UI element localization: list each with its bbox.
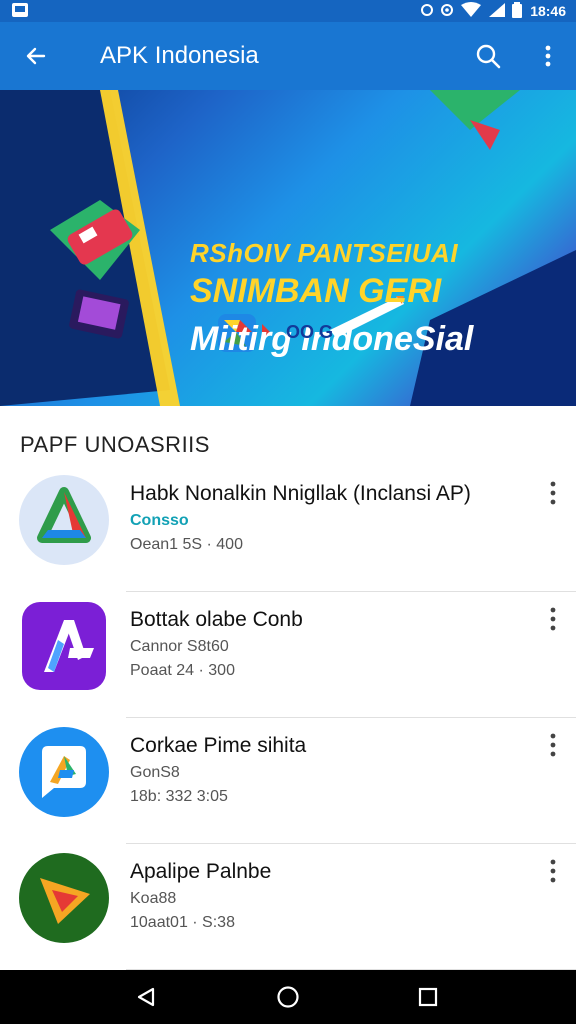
- more-vert-icon[interactable]: [548, 858, 558, 884]
- list-item[interactable]: Apalipe Palnbe Koa88 10aat01 · S:38: [0, 844, 576, 970]
- list-item[interactable]: Habk Nonalkin Nnigllak (Inclansi AP) Con…: [0, 466, 576, 592]
- play-arrow-app-icon: [18, 852, 110, 944]
- list-item[interactable]: Bottak olabe Conb Cannor S8t60 Poaat 24 …: [0, 592, 576, 718]
- status-bar: 18:46: [0, 0, 576, 22]
- more-vert-icon[interactable]: [548, 480, 558, 506]
- back-arrow-icon[interactable]: [20, 40, 52, 72]
- banner-line-2: SNIMBAN GERI: [190, 272, 442, 310]
- home-circle-icon[interactable]: [274, 983, 302, 1011]
- app-meta-primary: Cannor S8t60: [130, 638, 229, 655]
- list-item[interactable]: Corkae Pime sihita GonS8 18b: 332 3:05: [0, 718, 576, 844]
- letter-a-app-icon: [18, 600, 110, 692]
- app-meta-secondary: 18b: 332 3:05: [130, 788, 228, 805]
- app-list: Habk Nonalkin Nnigllak (Inclansi AP) Con…: [0, 466, 576, 970]
- battery-icon: [512, 1, 523, 21]
- app-name: Bottak olabe Conb: [130, 608, 303, 631]
- more-vert-icon[interactable]: [548, 606, 558, 632]
- signal-icon: [488, 2, 506, 21]
- promo-banner[interactable]: RShOIV PANTSEIUAI SNIMBAN GERI Miitirg I…: [0, 90, 576, 406]
- app-meta-secondary: Oean1 5S · 400: [130, 536, 243, 553]
- alarm-icon: [420, 3, 434, 20]
- banner-line-1: RShOIV PANTSEIUAI: [190, 238, 459, 268]
- app-name: Habk Nonalkin Nnigllak (Inclansi AP): [130, 482, 471, 505]
- app-meta-primary: Consso: [130, 512, 189, 529]
- system-nav-bar: [0, 970, 576, 1024]
- app-name: Corkae Pime sihita: [130, 734, 307, 757]
- banner-logo-text: OO G: [286, 322, 334, 342]
- back-triangle-icon[interactable]: [132, 983, 160, 1011]
- chat-bubble-app-icon: [18, 726, 110, 818]
- page-title: APK Indonesia: [100, 42, 259, 69]
- app-meta-primary: Koa88: [130, 890, 177, 907]
- more-vert-icon[interactable]: [538, 40, 558, 72]
- app-bar: APK Indonesia: [0, 22, 576, 90]
- app-name: Apalipe Palnbe: [130, 860, 272, 883]
- data-icon: [440, 3, 454, 20]
- more-vert-icon[interactable]: [548, 732, 558, 758]
- section-title: PAPF UNOASRIIS: [20, 432, 210, 457]
- search-icon[interactable]: [472, 40, 504, 72]
- triangle-app-icon: [18, 474, 110, 566]
- wifi-icon: [460, 1, 482, 21]
- app-meta-secondary: 10aat01 · S:38: [130, 914, 235, 931]
- notification-icon: [10, 2, 34, 20]
- status-time: 18:46: [530, 3, 566, 19]
- app-meta-secondary: Poaat 24 · 300: [130, 662, 235, 679]
- recents-square-icon[interactable]: [414, 983, 442, 1011]
- app-meta-primary: GonS8: [130, 764, 180, 781]
- tablet-graphic-icon: [69, 289, 129, 339]
